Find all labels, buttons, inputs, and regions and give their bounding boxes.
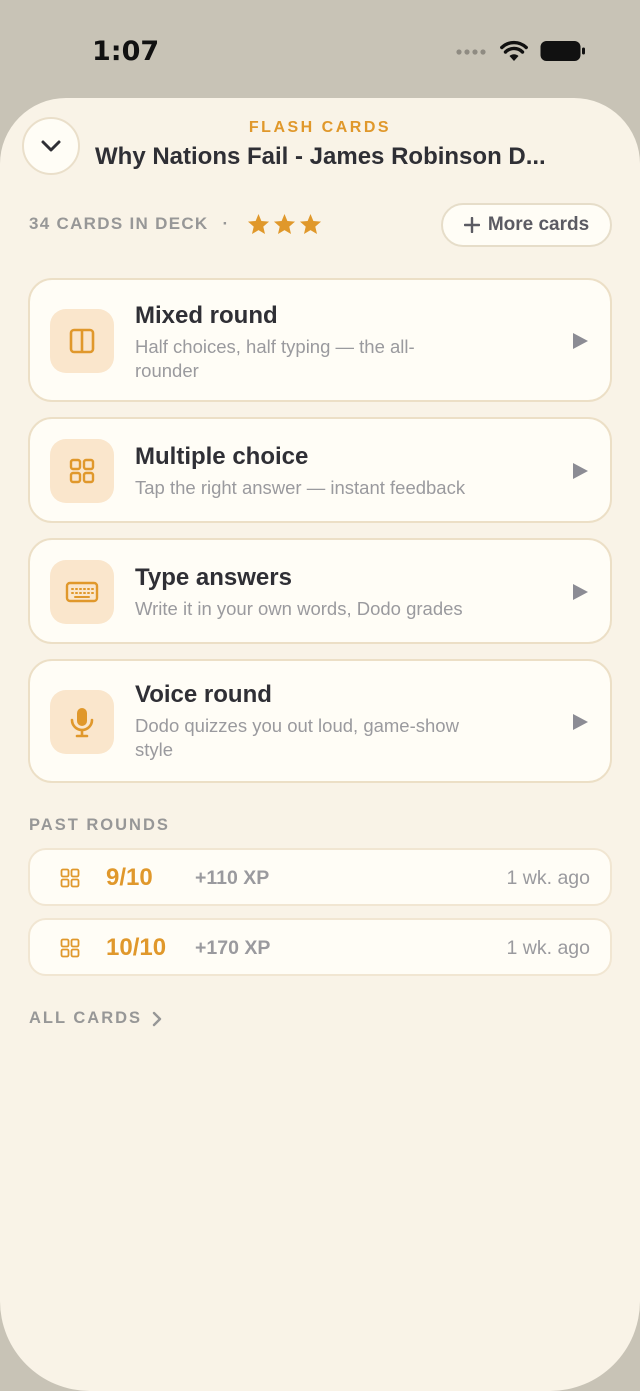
star-rating: [247, 213, 322, 235]
cellular-signal-icon: [456, 49, 486, 55]
chevron-down-icon: [41, 140, 61, 152]
mode-title: Voice round: [135, 681, 272, 708]
play-icon: [573, 463, 588, 479]
round-xp: +110 XP: [195, 867, 270, 889]
card-count: 34 CARDS IN DECK: [29, 214, 209, 233]
mode-title: Multiple choice: [135, 443, 309, 470]
mode-icon-tile: [50, 439, 114, 503]
mode-title: Type answers: [135, 564, 292, 591]
mode-card-voice-round[interactable]: Voice round Dodo quizzes you out loud, g…: [28, 659, 612, 783]
all-cards-label: ALL CARDS: [29, 1009, 143, 1027]
flash-cards-sheet: FLASH CARDS Why Nations Fail - James Rob…: [0, 98, 640, 1391]
plus-icon: [463, 217, 480, 233]
star-icon: [248, 213, 270, 235]
past-round-row[interactable]: 10/10 +170 XP 1 wk. ago: [28, 918, 612, 976]
mode-icon-tile: [50, 309, 114, 373]
mode-description: Tap the right answer — instant feedback: [135, 477, 466, 498]
deck-meta: 34 CARDS IN DECK ·: [29, 213, 322, 235]
mode-description: Half choices, half typing — the all-roun…: [135, 336, 415, 381]
play-icon: [573, 714, 588, 730]
past-round-row[interactable]: 9/10 +110 XP 1 wk. ago: [28, 848, 612, 906]
play-icon: [573, 333, 588, 349]
mode-icon-tile: [50, 560, 114, 624]
play-icon: [573, 584, 588, 600]
grid-icon: [60, 868, 80, 888]
keyboard-icon: [65, 581, 99, 603]
microphone-icon: [70, 708, 94, 738]
mode-card-type-answers[interactable]: Type answers Write it in your own words,…: [28, 538, 612, 644]
all-cards-link[interactable]: ALL CARDS: [29, 1009, 162, 1028]
wifi-icon: [500, 40, 528, 61]
mode-card-multiple-choice[interactable]: Multiple choice Tap the right answer — i…: [28, 417, 612, 523]
mode-title: Mixed round: [135, 302, 278, 329]
separator-dot: ·: [222, 214, 230, 233]
deck-title: Why Nations Fail - James Robinson D...: [95, 143, 546, 170]
more-cards-button[interactable]: More cards: [441, 203, 612, 247]
mode-card-mixed-round[interactable]: Mixed round Half choices, half typing — …: [28, 278, 612, 402]
header-kicker: FLASH CARDS: [248, 119, 392, 136]
star-icon: [274, 213, 296, 235]
mode-description: Dodo quizzes you out loud, game-show sty…: [135, 715, 459, 760]
grid-icon: [60, 938, 80, 958]
grid-icon: [69, 458, 95, 484]
past-rounds-label: PAST ROUNDS: [29, 816, 170, 834]
mode-description: Write it in your own words, Dodo grades: [135, 598, 463, 619]
status-time: 1:07: [92, 36, 160, 67]
status-icons: [456, 40, 586, 62]
mode-icon-tile: [50, 690, 114, 754]
round-xp: +170 XP: [195, 937, 271, 959]
more-cards-label: More cards: [487, 214, 590, 235]
star-icon: [300, 213, 322, 235]
round-score: 10/10: [106, 934, 167, 961]
round-time: 1 wk. ago: [506, 867, 590, 889]
chevron-right-icon: [152, 1011, 162, 1026]
round-time: 1 wk. ago: [506, 937, 590, 959]
round-score: 9/10: [106, 864, 153, 891]
split-panel-icon: [69, 328, 95, 354]
battery-icon: [540, 41, 585, 61]
status-bar: 1:07: [0, 0, 640, 98]
